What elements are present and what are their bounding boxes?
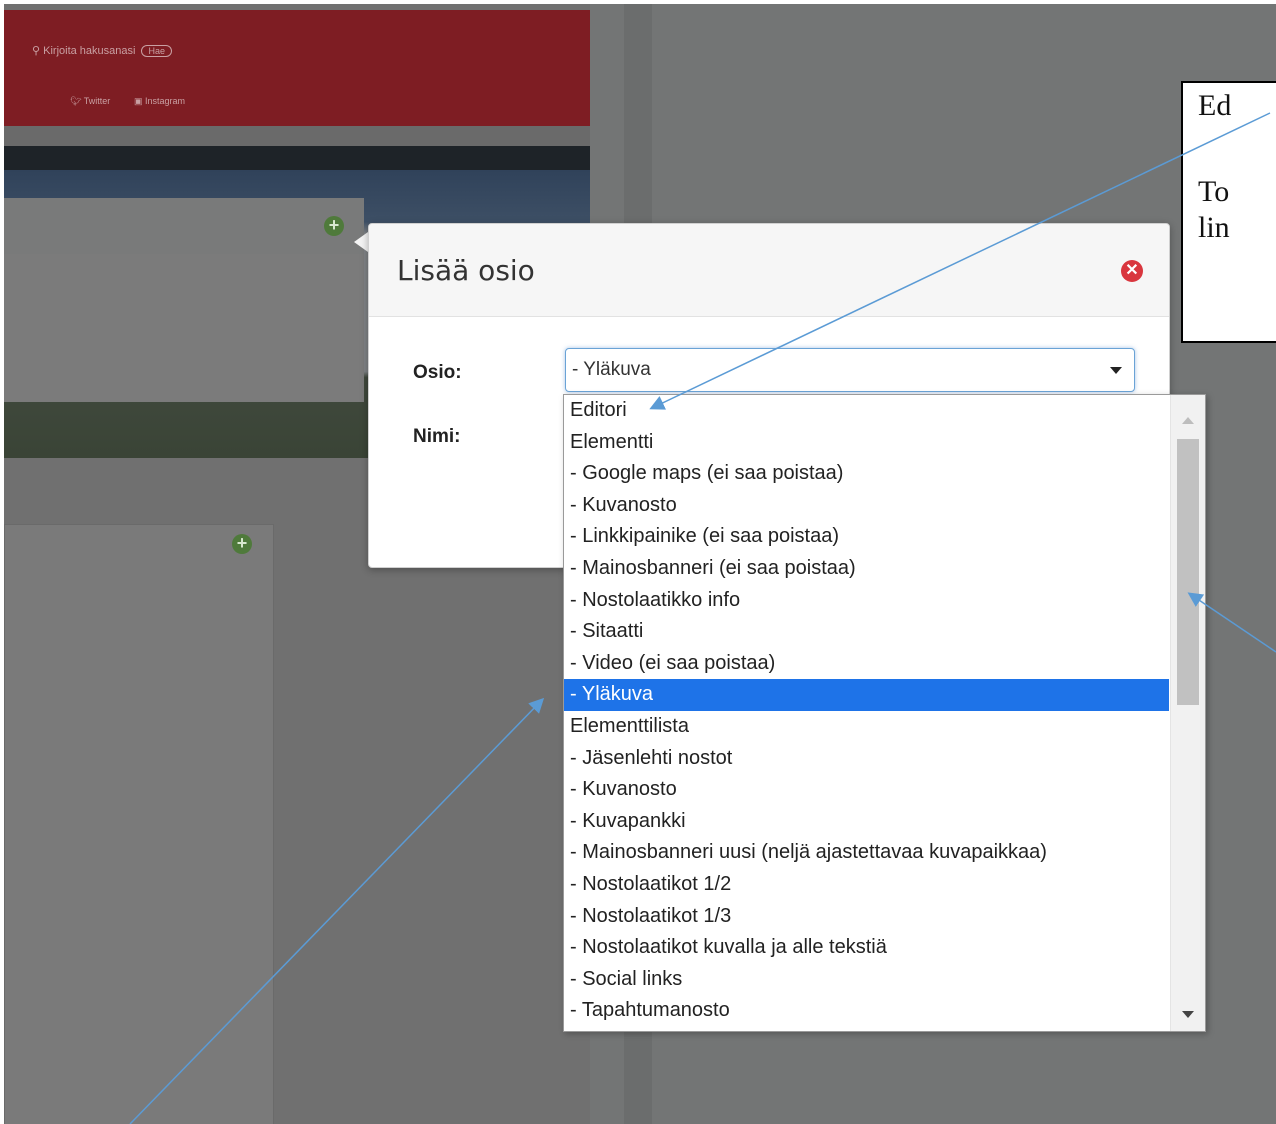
arrow-to-scrollbar — [1187, 592, 1276, 653]
arrow-to-editori — [649, 112, 1271, 410]
screenshot-frame: ⚲ Kirjoita hakusanasi Hae 🐦︎ Twitter ▣ In… — [4, 4, 1276, 1124]
annotation-arrows — [129, 112, 1276, 1124]
arrow-to-ylakuva — [129, 697, 545, 1124]
